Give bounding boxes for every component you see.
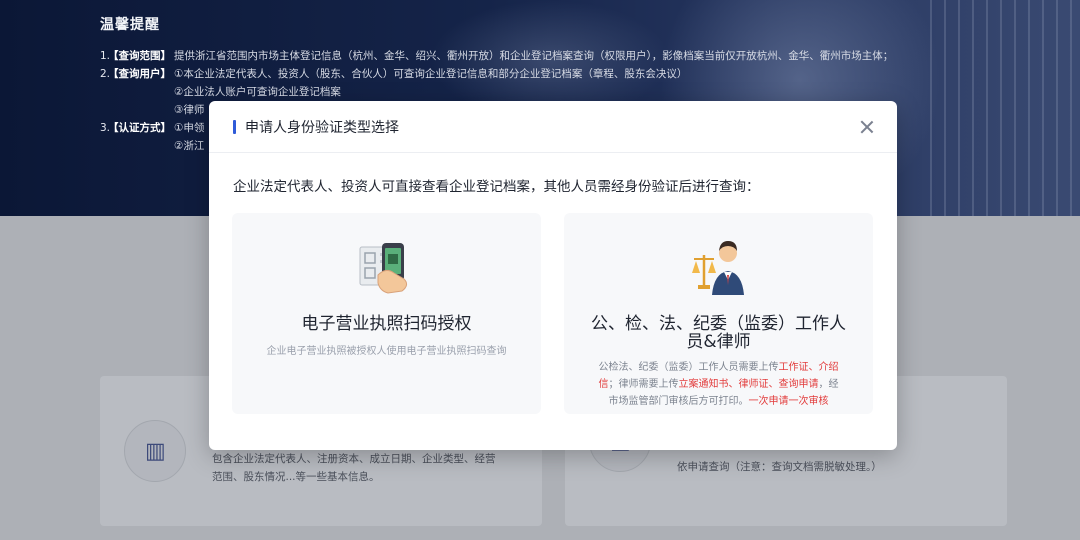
modal-description: 企业法定代表人、投资人可直接查看企业登记档案，其他人员需经身份验证后进行查询： (233, 179, 760, 195)
lawyer-scales-icon (688, 239, 750, 301)
e-license-option-subtitle: 企业电子营业执照被授权人使用电子营业执照扫码查询 (266, 346, 507, 357)
notice-text: ②企业法人账户可查询企业登记档案 (174, 86, 341, 98)
phone-scan-icon (356, 239, 418, 299)
modal-header: 申请人身份验证类型选择 (209, 101, 897, 153)
notice-number: 2. (100, 68, 111, 80)
notice-number: 3. (100, 122, 111, 134)
close-icon[interactable] (857, 117, 877, 137)
modal-title: 申请人身份验证类型选择 (245, 120, 399, 136)
notice-text: ②浙江 (174, 140, 205, 152)
notice-tag: 【认证方式】 (108, 122, 171, 134)
notice-row: 0. 【】 ②企业法人账户可查询企业登记档案 (100, 83, 1000, 101)
basic-info-description: 包含企业法定代表人、注册资本、成立日期、企业类型、经营 范围、股东情况...等一… (212, 453, 496, 483)
notice-text: ③律师 (174, 104, 205, 116)
notice-tag: 【查询用户】 (108, 68, 171, 80)
notice-row: 2. 【查询用户】 ①本企业法定代表人、投资人（股东、合伙人）可查询企业登记信息… (100, 65, 1000, 83)
building-icon: ▥ (124, 420, 186, 482)
e-license-scan-option[interactable]: 电子营业执照扫码授权 企业电子营业执照被授权人使用电子营业执照扫码查询 (232, 213, 541, 414)
notice-number: 1. (100, 50, 111, 62)
notice-text: ①本企业法定代表人、投资人（股东、合伙人）可查询企业登记信息和部分企业登记档案（… (174, 68, 688, 80)
e-license-option-title: 电子营业执照扫码授权 (301, 314, 472, 334)
identity-verification-modal: 申请人身份验证类型选择 企业法定代表人、投资人可直接查看企业登记档案，其他人员需… (209, 101, 897, 450)
officer-option-description: 公检法、纪委（监委）工作人员需要上传工作证、介绍 信；律师需要上传立案通知书、律… (598, 362, 839, 407)
notice-text: 提供浙江省范围内市场主体登记信息（杭州、金华、绍兴、衢州开放）和企业登记档案查询… (174, 50, 894, 62)
notice-row: 1. 【查询范围】 提供浙江省范围内市场主体登记信息（杭州、金华、绍兴、衢州开放… (100, 47, 1000, 65)
title-accent-bar (233, 120, 236, 134)
officer-option-title: 公、检、法、纪委（监委）工作人 员&律师 (591, 314, 846, 352)
officer-lawyer-option[interactable]: 公、检、法、纪委（监委）工作人 员&律师 公检法、纪委（监委）工作人员需要上传工… (564, 213, 873, 414)
notice-tag: 【查询范围】 (108, 50, 171, 62)
archive-description: 依申请查询（注意：查询文档需脱敏处理。） (677, 461, 882, 473)
notice-title: 温馨提醒 (100, 17, 160, 33)
notice-text: ①申领 (174, 122, 205, 134)
